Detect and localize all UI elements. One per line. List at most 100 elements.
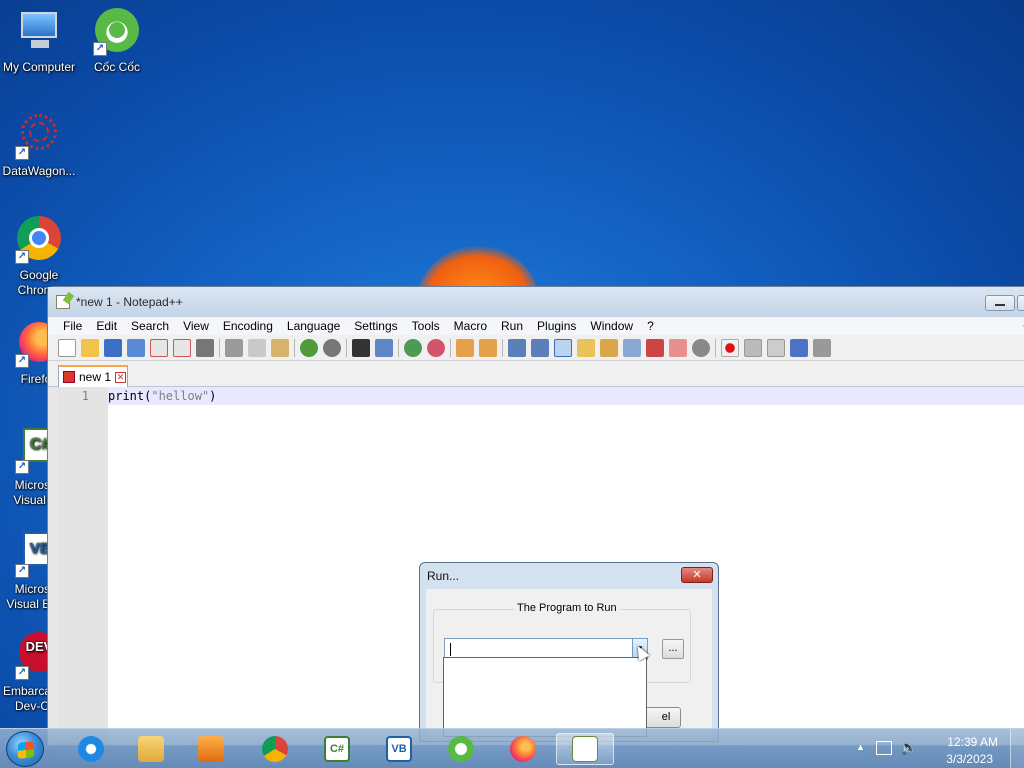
toolbar-separator (219, 338, 220, 357)
taskbar-visual-basic[interactable]: VB (370, 733, 428, 765)
shortcut-arrow-icon: ↗ (15, 460, 29, 474)
desktop-icon-label: Cốc Cốc (93, 60, 140, 74)
menu-help[interactable]: ? (640, 319, 661, 333)
show-all-chars-icon[interactable] (531, 338, 549, 357)
system-tray: ▲ 🔈 12:39 AM 3/3/2023 (854, 729, 1024, 768)
close-all-icon[interactable] (173, 338, 191, 357)
toolbar-separator (450, 338, 451, 357)
taskbar-internet-explorer[interactable] (62, 733, 120, 765)
menu-tools[interactable]: Tools (405, 319, 447, 333)
menu-macro[interactable]: Macro (447, 319, 494, 333)
close-button[interactable]: ✕ (681, 567, 713, 583)
code-paren: ) (209, 389, 217, 403)
open-file-icon[interactable] (81, 338, 99, 357)
taskbar-firefox[interactable] (494, 733, 552, 765)
tab-new-1[interactable]: new 1 ✕ (58, 365, 128, 387)
shortcut-arrow-icon: ↗ (15, 564, 29, 578)
maximize-button[interactable] (1017, 295, 1024, 311)
csharp-icon: C# (324, 736, 350, 762)
menu-edit[interactable]: Edit (89, 319, 124, 333)
taskbar-coccoc[interactable] (432, 733, 490, 765)
toolbar-separator (294, 338, 295, 357)
save-macro-icon[interactable] (813, 338, 831, 357)
taskbar-visual-csharp[interactable]: C# (308, 733, 366, 765)
record-macro-icon[interactable] (721, 338, 739, 357)
user-language-icon[interactable] (600, 338, 618, 357)
desktop-icon-coccoc[interactable]: ↗ Cốc Cốc (79, 8, 155, 75)
doc-map-icon[interactable] (623, 338, 641, 357)
copy-icon[interactable] (248, 338, 266, 357)
desktop-icon-datawagon[interactable]: ↗ DataWagon... (1, 112, 77, 179)
sync-vertical-icon[interactable] (456, 338, 474, 357)
menu-plugins[interactable]: Plugins (530, 319, 583, 333)
taskbar-file-explorer[interactable] (122, 733, 180, 765)
internet-explorer-icon (78, 736, 104, 762)
paste-icon[interactable] (271, 338, 289, 357)
sync-horizontal-icon[interactable] (479, 338, 497, 357)
folder-workspace-icon[interactable] (669, 338, 687, 357)
start-button[interactable] (6, 731, 44, 767)
menu-run[interactable]: Run (494, 319, 530, 333)
zoom-in-icon[interactable] (404, 338, 422, 357)
title-bar[interactable]: *new 1 - Notepad++ (48, 287, 1024, 317)
desktop-icon-my-computer[interactable]: My Computer (1, 8, 77, 75)
toolbar (48, 335, 1024, 361)
code-line[interactable]: print("hellow") (108, 387, 1024, 405)
save-all-icon[interactable] (127, 338, 145, 357)
taskbar-chrome[interactable] (246, 733, 304, 765)
shortcut-arrow-icon: ↗ (15, 354, 29, 368)
close-file-icon[interactable] (150, 338, 168, 357)
doc-list-icon[interactable] (646, 338, 664, 357)
coccoc-icon: ↗ (93, 8, 141, 56)
toolbar-separator (502, 338, 503, 357)
cut-icon[interactable] (225, 338, 243, 357)
shortcut-arrow-icon: ↗ (15, 146, 29, 160)
menu-view[interactable]: View (176, 319, 216, 333)
save-icon[interactable] (104, 338, 122, 357)
replace-icon[interactable] (375, 338, 393, 357)
browse-button[interactable]: ... (662, 639, 684, 659)
zoom-out-icon[interactable] (427, 338, 445, 357)
menu-search[interactable]: Search (124, 319, 176, 333)
code-function: print( (108, 389, 152, 403)
find-icon[interactable] (352, 338, 370, 357)
new-file-icon[interactable] (58, 338, 76, 357)
print-icon[interactable] (196, 338, 214, 357)
taskbar-media-player[interactable] (182, 733, 240, 765)
volume-icon[interactable]: 🔈 (900, 739, 917, 756)
function-list-icon[interactable] (577, 338, 595, 357)
menu-window[interactable]: Window (583, 319, 640, 333)
menu-encoding[interactable]: Encoding (216, 319, 280, 333)
taskbar-notepadpp[interactable] (556, 733, 614, 765)
tab-close-icon[interactable]: ✕ (115, 371, 127, 383)
menu-expand[interactable]: + (1016, 319, 1024, 333)
menu-settings[interactable]: Settings (347, 319, 404, 333)
toolbar-separator (398, 338, 399, 357)
minimize-button[interactable] (985, 295, 1015, 311)
stop-macro-icon[interactable] (744, 338, 762, 357)
word-wrap-icon[interactable] (508, 338, 526, 357)
desktop-icon-label: DataWagon... (2, 164, 76, 178)
chrome-icon (262, 736, 288, 762)
show-desktop-button[interactable] (1010, 729, 1024, 768)
undo-icon[interactable] (300, 338, 318, 357)
indent-guide-icon[interactable] (554, 338, 572, 357)
clock-time[interactable]: 12:39 AM (947, 735, 998, 749)
run-macro-multiple-icon[interactable] (790, 338, 808, 357)
redo-icon[interactable] (323, 338, 341, 357)
monitoring-icon[interactable] (692, 338, 710, 357)
menu-file[interactable]: File (56, 319, 89, 333)
text-caret (450, 643, 451, 656)
play-macro-icon[interactable] (767, 338, 785, 357)
desktop-icon-label: My Computer (2, 60, 76, 74)
vb-icon: VB (386, 736, 412, 762)
menu-language[interactable]: Language (280, 319, 347, 333)
network-icon[interactable] (876, 741, 892, 755)
combobox-dropdown-list[interactable] (443, 657, 647, 737)
tray-expand-icon[interactable]: ▲ (856, 742, 865, 752)
clock-date[interactable]: 3/3/2023 (946, 752, 993, 766)
media-player-icon (198, 736, 224, 762)
file-explorer-icon (138, 736, 164, 762)
group-label: The Program to Run (514, 602, 620, 614)
windows-logo-icon (18, 741, 34, 759)
